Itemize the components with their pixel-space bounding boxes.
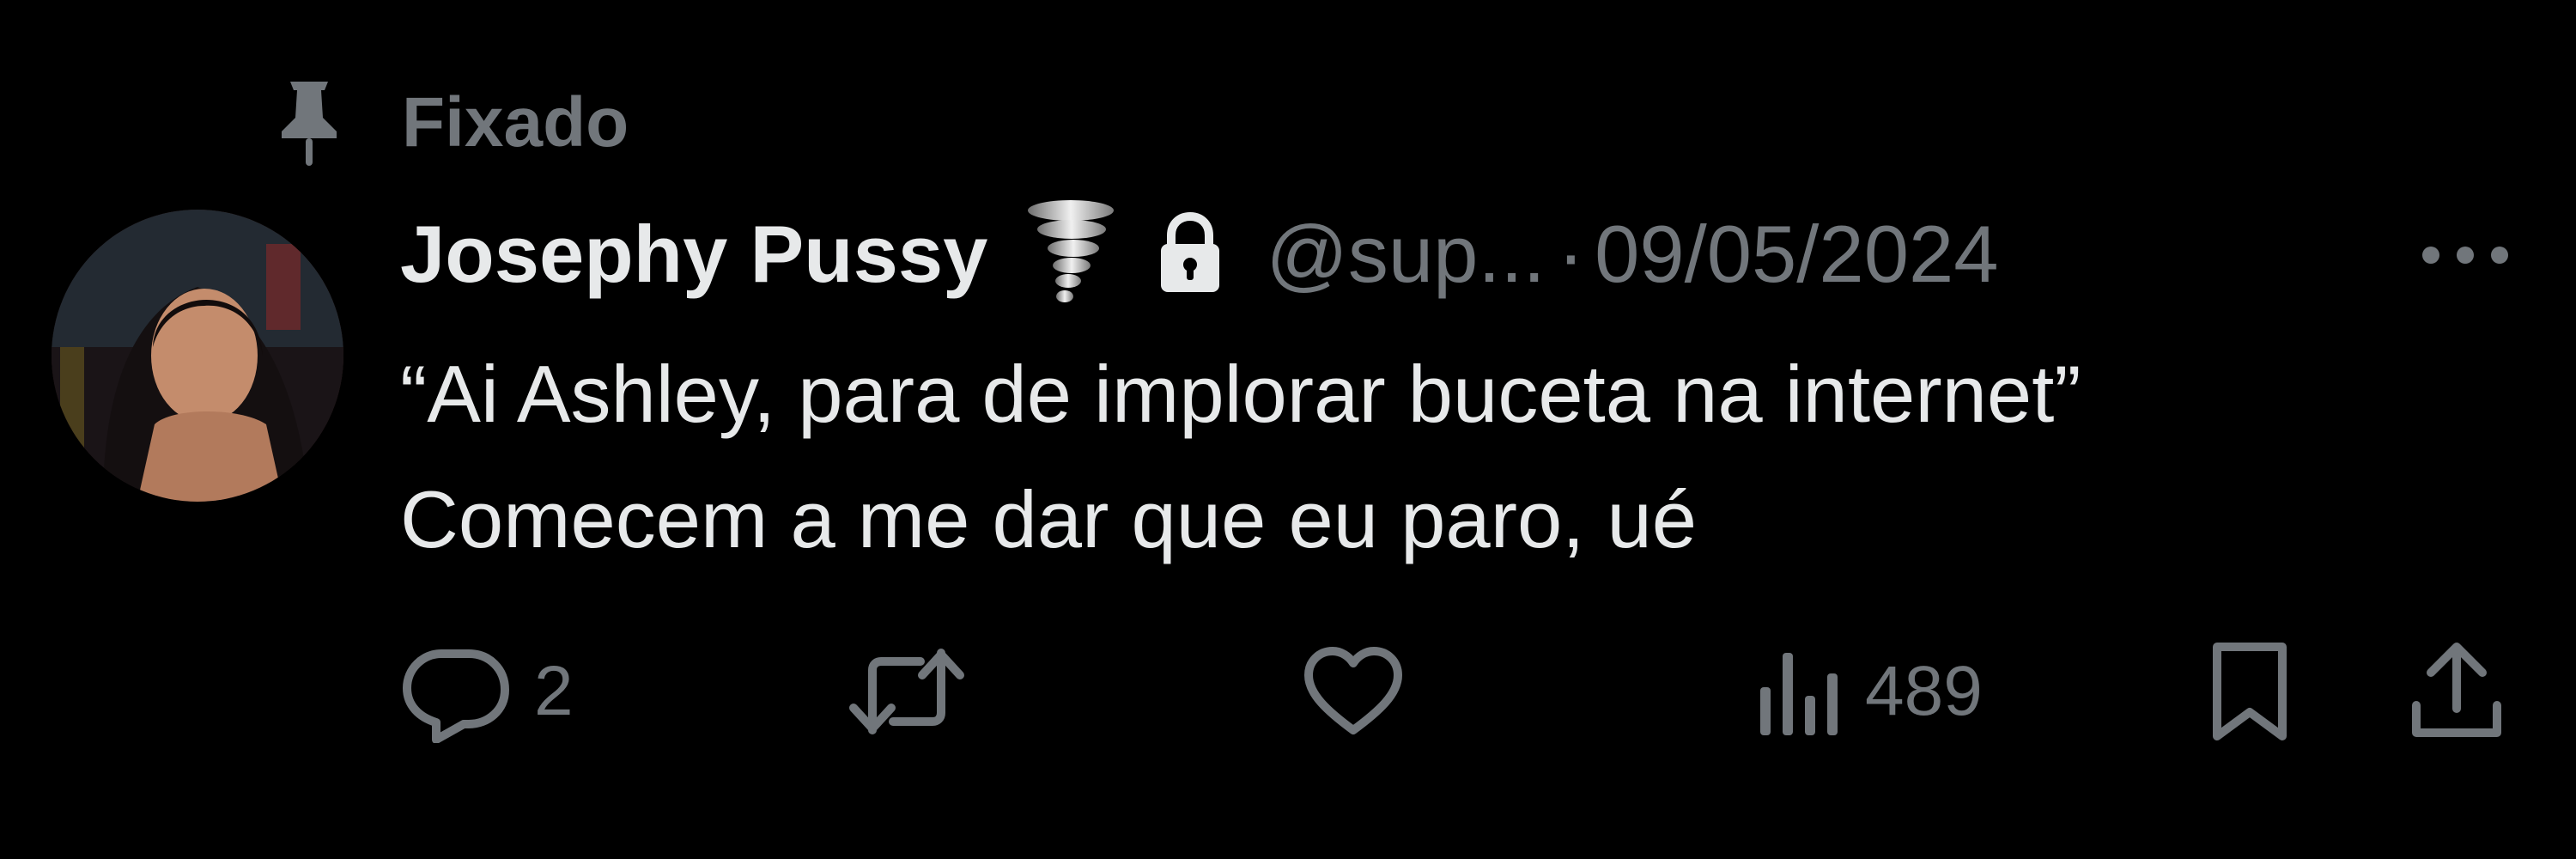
repost-button[interactable] <box>847 636 989 747</box>
repost-icon <box>847 644 967 739</box>
pinned-indicator: Fixado <box>273 76 629 170</box>
share-icon <box>2409 640 2504 743</box>
tweet-text: “Ai Ashley, para de implorar buceta na i… <box>400 332 2081 582</box>
like-button[interactable] <box>1302 636 1427 747</box>
tweet-date[interactable]: 09/05/2024 <box>1595 214 1998 295</box>
more-icon <box>2422 247 2508 264</box>
tweet-header: Josephy Pussy @sup... · 09/05/2024 <box>400 200 1999 306</box>
reply-button[interactable]: 2 <box>400 636 574 747</box>
display-name[interactable]: Josephy Pussy <box>400 214 987 295</box>
reply-icon <box>400 640 512 743</box>
tweet-text-line: “Ai Ashley, para de implorar buceta na i… <box>400 349 2081 439</box>
reply-count: 2 <box>534 652 574 730</box>
views-button[interactable]: 489 <box>1757 636 1983 747</box>
bookmark-button[interactable] <box>2207 636 2293 747</box>
tweet-text-line: Comecem a me dar que eu paro, ué <box>400 474 1698 564</box>
views-icon <box>1757 644 1843 739</box>
action-bar: 2 489 <box>0 636 2576 747</box>
separator-dot: · <box>1557 209 1585 299</box>
tornado-icon <box>1024 198 1118 310</box>
tweet[interactable]: Fixado Josephy Pussy @sup... · 09/05/202… <box>0 0 2576 859</box>
user-handle[interactable]: @sup... <box>1266 214 1545 295</box>
pinned-label: Fixado <box>402 83 629 161</box>
heart-icon <box>1302 644 1405 739</box>
views-count: 489 <box>1865 652 1983 730</box>
lock-icon <box>1156 211 1224 297</box>
more-options-button[interactable] <box>2418 225 2512 285</box>
avatar[interactable] <box>52 210 343 502</box>
share-button[interactable] <box>2409 636 2504 747</box>
pin-icon <box>273 78 345 168</box>
bookmark-icon <box>2207 640 2293 743</box>
